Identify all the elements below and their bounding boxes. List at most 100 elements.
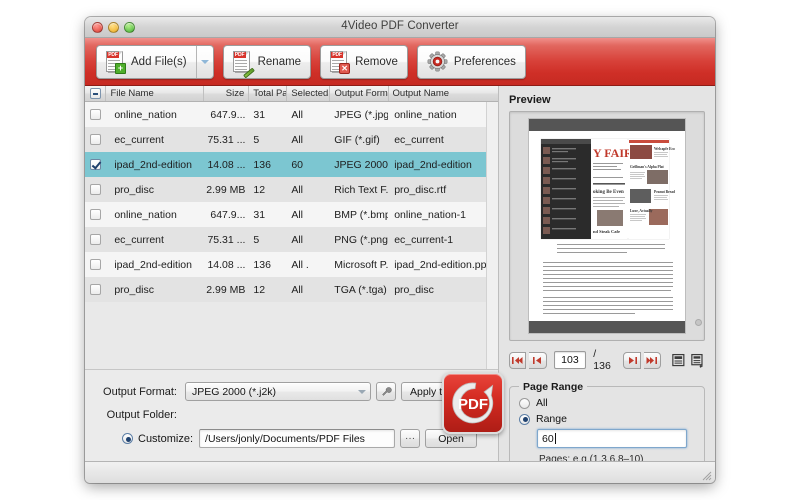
unchecked-checkbox-icon[interactable] (90, 259, 102, 270)
table-row[interactable]: ec_current 75.31 ... 5 All GIF (*.gif) ec_cur… (85, 127, 498, 152)
preview-viewer[interactable]: Y FAIR oking Be Even nd Steak Cafe Welca… (509, 111, 705, 341)
first-page-icon (512, 356, 523, 364)
table-row[interactable]: online_nation 647.9... 31 All JPEG (*.jpg) on… (85, 102, 498, 127)
chevron-down-icon (200, 59, 209, 64)
cell-output-name: online_nation (394, 108, 457, 121)
minus-checkbox-icon[interactable] (89, 88, 101, 99)
unchecked-checkbox-icon[interactable] (90, 234, 102, 245)
preview-scrollbar[interactable] (695, 118, 702, 334)
resize-grip-icon[interactable] (700, 469, 712, 481)
row-checkbox-cell[interactable] (85, 177, 106, 202)
unchecked-checkbox-icon[interactable] (90, 134, 102, 145)
add-files-dropdown[interactable] (195, 45, 213, 78)
customize-radio[interactable] (122, 433, 133, 444)
page-number-input[interactable]: 103 (553, 351, 587, 369)
row-checkbox-cell[interactable] (85, 127, 106, 152)
cell-selected-pages: All . (291, 258, 309, 271)
next-page-icon (628, 356, 637, 364)
cell-file-size: 2.99 MB (206, 183, 246, 196)
cell-output-name: pro_disc (394, 283, 434, 296)
table-row[interactable]: ipad_2nd-edition 14.08 ... 136 All . Microso… (85, 252, 498, 277)
row-checkbox-cell[interactable] (85, 152, 106, 177)
row-checkbox-cell[interactable] (85, 277, 106, 302)
previous-page-button[interactable] (529, 351, 547, 369)
select-all-header[interactable] (85, 86, 107, 101)
page-range-range-row[interactable]: Range (519, 413, 695, 425)
left-pane: File Name Size Total Pag Selected Output… (85, 86, 504, 461)
add-file-icon: PDF + (106, 50, 126, 74)
add-files-main[interactable]: PDF + Add File(s) (97, 46, 196, 78)
remove-icon: PDF ✕ (330, 50, 351, 74)
output-settings-panel: Output Format: JPEG 2000 (*.j2k) Apply t… (85, 370, 504, 461)
row-checkbox-cell[interactable] (85, 252, 106, 277)
output-folder-row: Output Folder: (97, 409, 488, 421)
unchecked-checkbox-icon[interactable] (90, 184, 102, 195)
row-checkbox-cell[interactable] (85, 102, 106, 127)
remove-label: Remove (355, 55, 398, 68)
add-files-button[interactable]: PDF + Add File(s) (96, 44, 214, 79)
column-header-selected[interactable]: Selected (287, 86, 331, 101)
title-bar: 4Video PDF Converter (85, 17, 715, 38)
main-toolbar: PDF + Add File(s) PDF Rename PDF ✕ Remov… (85, 38, 715, 86)
unchecked-checkbox-icon[interactable] (90, 109, 102, 120)
column-header-file-name[interactable]: File Name (106, 86, 205, 101)
preview-page: Y FAIR oking Be Even nd Steak Cafe Welca… (528, 118, 686, 334)
table-row[interactable]: ec_current 75.31 ... 5 All PNG (*.png) ec_cur… (85, 227, 498, 252)
checked-checkbox-icon[interactable] (90, 159, 102, 170)
row-checkbox-cell[interactable] (85, 202, 106, 227)
convert-button[interactable]: PDF (442, 372, 504, 434)
svg-text:Grillman's Alpha Plat: Grillman's Alpha Plat (630, 165, 665, 169)
wrench-icon (381, 387, 392, 396)
cell-output-format: BMP (*.bmp) (334, 208, 388, 221)
page-range-all-row[interactable]: All (519, 397, 695, 409)
column-header-size[interactable]: Size (204, 86, 250, 101)
output-folder-label: Output Folder: (106, 409, 177, 421)
single-page-layout-icon[interactable] (672, 353, 686, 368)
table-row[interactable]: pro_disc 2.99 MB 12 All TGA (*.tga) pro_disc (85, 277, 498, 302)
add-files-label: Add File(s) (131, 55, 187, 68)
cell-output-name: ec_current-1 (394, 233, 454, 246)
row-checkbox-cell[interactable] (85, 227, 106, 252)
last-page-button[interactable] (643, 351, 661, 369)
cell-file-name: ec_current (114, 233, 164, 246)
cell-file-name: pro_disc (114, 183, 155, 196)
preview-scroll-knob[interactable] (695, 319, 702, 326)
column-header-output-name[interactable]: Output Name (389, 86, 498, 101)
table-row[interactable]: ipad_2nd-edition 14.08 ... 136 60 JPEG 2000 … (85, 152, 498, 177)
unchecked-checkbox-icon[interactable] (90, 209, 102, 220)
output-format-label: Output Format: (103, 385, 177, 398)
remove-button[interactable]: PDF ✕ Remove (320, 44, 408, 79)
table-row[interactable]: pro_disc 2.99 MB 12 All Rich Text F... pro_di… (85, 177, 498, 202)
output-folder-path-input[interactable]: /Users/jonly/Documents/PDF Files (199, 429, 396, 448)
next-page-button[interactable] (623, 351, 641, 369)
continuous-layout-icon[interactable] (691, 353, 705, 368)
browse-folder-button[interactable]: ··· (400, 429, 421, 448)
cell-output-name: ec_current (394, 133, 444, 146)
cell-output-name: pro_disc.rtf (394, 183, 447, 196)
table-row[interactable]: online_nation 647.9... 31 All BMP (*.bmp) onl… (85, 202, 498, 227)
all-pages-radio[interactable] (519, 397, 530, 409)
preferences-button[interactable]: Preferences (416, 44, 526, 79)
output-format-select[interactable]: JPEG 2000 (*.j2k) (185, 382, 371, 401)
page-bottom-band (529, 321, 685, 333)
cell-file-size: 75.31 ... (207, 233, 246, 246)
cell-selected-pages: All (291, 208, 304, 221)
svg-text:oking Be Even: oking Be Even (593, 190, 624, 195)
cell-output-format: JPEG 2000 (... (334, 158, 388, 171)
cell-file-size: 14.08 ... (207, 158, 246, 171)
cell-output-format: TGA (*.tga) (334, 283, 387, 296)
first-page-button[interactable] (509, 351, 527, 369)
cell-file-name: online_nation (114, 108, 177, 121)
column-header-output-format[interactable]: Output Format (330, 86, 389, 101)
preferences-label: Preferences (453, 55, 516, 68)
page-range-value: 60 (542, 432, 554, 445)
unchecked-checkbox-icon[interactable] (90, 284, 102, 295)
table-scrollbar[interactable] (486, 102, 498, 369)
column-header-total-pages[interactable]: Total Pag (249, 86, 288, 101)
format-settings-button[interactable] (376, 382, 396, 401)
page-range-input[interactable]: 60 (537, 429, 687, 448)
range-pages-radio[interactable] (519, 413, 530, 425)
rename-button[interactable]: PDF Rename (222, 44, 312, 79)
gear-icon (427, 51, 448, 72)
rename-label: Rename (257, 55, 302, 68)
